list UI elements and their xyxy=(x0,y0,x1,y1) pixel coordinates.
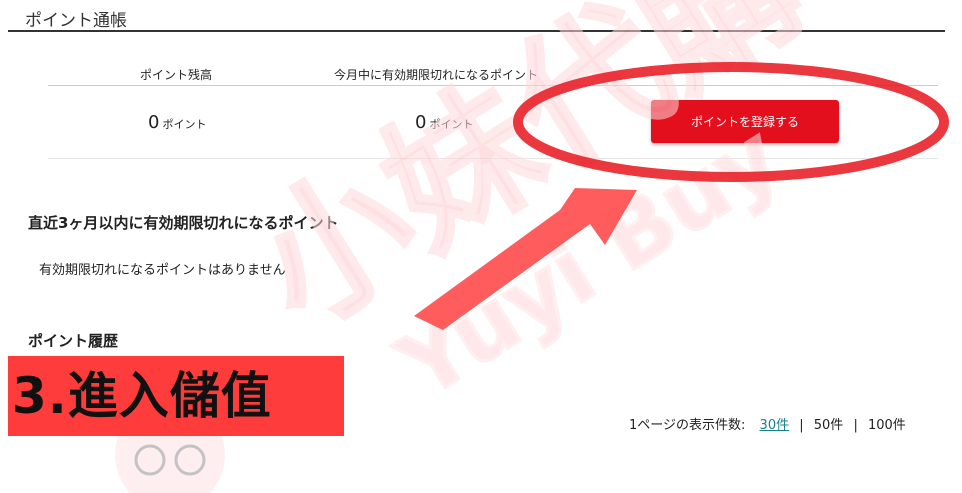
per-page-option-50[interactable]: 50件 xyxy=(814,418,844,433)
per-page-separator: | xyxy=(853,418,858,433)
expiring-section-title: 直近3ヶ月以内に有効期限切れになるポイント xyxy=(28,214,339,232)
expiring-column-header: 今月中に有効期限切れになるポイント xyxy=(334,68,539,82)
balance-unit: ポイント xyxy=(162,118,207,131)
step-label: 3.進入儲值 xyxy=(8,356,344,436)
watermark-english: Yuyi Buy xyxy=(381,105,797,418)
summary-header-divider xyxy=(48,85,938,86)
per-page-label: 1ページの表示件数: xyxy=(629,418,746,433)
per-page-option-100[interactable]: 100件 xyxy=(868,418,906,433)
history-section-title: ポイント履歴 xyxy=(28,332,119,350)
expiring-unit: ポイント xyxy=(429,118,474,131)
per-page-option-30[interactable]: 30件 xyxy=(760,418,790,433)
balance-number: 0 xyxy=(148,112,160,133)
expiring-value: 0 ポイント xyxy=(415,112,473,133)
watermark-chinese: 小妹代購 xyxy=(227,0,828,361)
summary-bottom-divider xyxy=(48,158,938,159)
expiring-empty-message: 有効期限切れになるポイントはありません xyxy=(39,263,286,278)
per-page-separator: | xyxy=(799,418,804,433)
expiring-number: 0 xyxy=(415,112,427,133)
pointer-arrow xyxy=(414,188,637,330)
balance-value: 0 ポイント xyxy=(148,112,206,133)
page-title: ポイント通帳 xyxy=(25,11,127,31)
balance-column-header: ポイント残高 xyxy=(140,68,213,82)
register-points-button[interactable]: ポイントを登録する xyxy=(651,100,839,143)
per-page-selector: 1ページの表示件数: 30件 | 50件 | 100件 xyxy=(629,414,906,433)
title-divider xyxy=(8,30,945,32)
